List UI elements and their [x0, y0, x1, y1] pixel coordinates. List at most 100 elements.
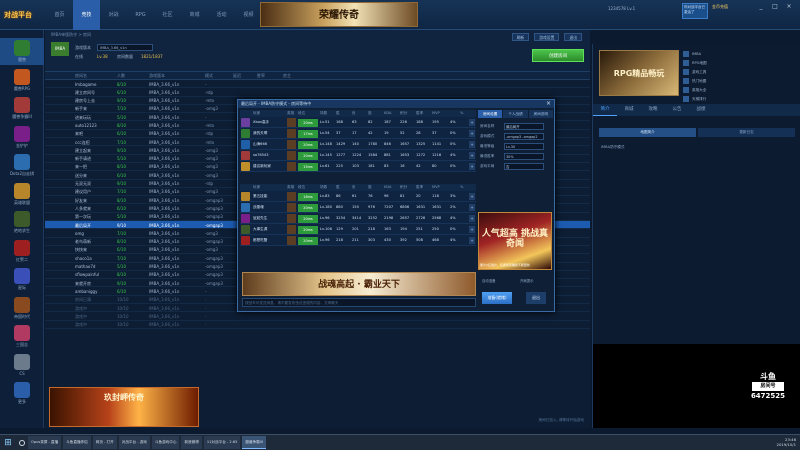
sidebar-item[interactable]: 绝地求生	[0, 209, 44, 236]
player-row[interactable]: 都是吃醋 20ms Lv.96 218 211 303 430 392 508 468 4% +	[240, 235, 476, 246]
right-link[interactable]: 游戏工具	[683, 68, 793, 77]
top-banner-ad[interactable]: 荣耀传奇	[260, 2, 418, 27]
chat-input[interactable]: 按回车可发送消息，请不要发布违法违规的内容，文明聊天	[242, 298, 476, 307]
sidebar-item[interactable]: Dota2自走棋	[0, 152, 44, 179]
taskbar-item[interactable]: Opus录屏 - 直播	[28, 436, 62, 449]
refresh-button[interactable]: 刷新	[511, 33, 530, 41]
plus-icon[interactable]: +	[469, 215, 475, 222]
plus-icon[interactable]: +	[469, 237, 475, 244]
taskbar-item[interactable]: 11对战平台 - 2.65	[203, 436, 241, 449]
dialog-banner-ad[interactable]: 战魂高起 · 霸业天下	[242, 272, 476, 296]
subtab-map-intro[interactable]: 地图简介	[599, 128, 696, 137]
maximize-button[interactable]: □	[770, 3, 780, 11]
player-row[interactable]: 第五技能 18ms Lv.83 86 61 76 96 81 20 118 3% +	[240, 191, 476, 202]
setting-value[interactable]: 最后局开	[504, 122, 544, 130]
right-tab[interactable]: 战绩	[689, 104, 713, 116]
right-link[interactable]: 英雄大全	[683, 86, 793, 95]
plus-icon[interactable]: +	[469, 152, 475, 159]
game-settings-button[interactable]: 游戏设置	[534, 33, 560, 41]
table-row[interactable]: 建立房间号 6/10 IMBA_3.66_v1n -rdp	[45, 88, 590, 97]
plus-icon[interactable]: +	[469, 141, 475, 148]
dialog-close-icon[interactable]: ×	[546, 100, 551, 108]
ready-button[interactable]: 准备(就绪)	[482, 292, 512, 304]
version-select[interactable]: IMBA_3.66_v1n	[97, 44, 153, 51]
nav-tab[interactable]: 对战	[100, 0, 127, 30]
player-row[interactable]: 屁屁先生 20ms Lv.96 3254 3414 3252 2198 2657 2728 256…	[240, 213, 476, 224]
right-link[interactable]: RPG地图	[683, 59, 793, 68]
search-icon[interactable]	[19, 439, 25, 446]
tab-personal-record[interactable]: 个人战绩	[503, 110, 528, 118]
nav-tab[interactable]: 视频	[235, 0, 262, 30]
exit-room-button[interactable]: 退出	[526, 292, 546, 304]
setting-value[interactable]: 30%	[504, 152, 544, 160]
sidebar-item[interactable]: 金铲铲	[0, 124, 44, 151]
right-link[interactable]: IMBA	[683, 50, 793, 59]
auto-ready-checkbox[interactable]: 自动准备	[482, 278, 496, 283]
plus-icon[interactable]: +	[469, 163, 475, 170]
nav-tab[interactable]: 竞技	[73, 0, 100, 30]
plus-icon[interactable]: +	[469, 193, 475, 200]
tab-room-info[interactable]: 房间说明	[528, 110, 553, 118]
nav-tab[interactable]: 商城	[181, 0, 208, 30]
plus-icon[interactable]: +	[469, 226, 475, 233]
setting-value[interactable]: 否	[504, 162, 544, 170]
subtab-changelog[interactable]: 更新日志	[698, 128, 795, 137]
player-row[interactable]: 战墨魂 20ms Lv.180 880 150 976 7207 6806 1631 1631 2%…	[240, 202, 476, 213]
sidebar-item[interactable]: 魔兽RPG	[0, 67, 44, 94]
taskbar-item[interactable]: 新浪微博	[181, 436, 202, 449]
promo-box[interactable]: 你对战平台已激活了	[682, 3, 708, 19]
nav-tab[interactable]: 首页	[46, 0, 73, 30]
player-row[interactable]: 我的天啊 17ms Lv.54 37 17 42 19 52 28 37 0% +	[240, 128, 476, 139]
col-version[interactable]: 游戏版本	[149, 73, 165, 79]
taskbar-item[interactable]: 斗鱼游戏中心	[151, 436, 180, 449]
user-info[interactable]: 1234578 Lv.1	[608, 6, 678, 11]
nav-tab[interactable]: 活动	[208, 0, 235, 30]
start-icon[interactable]: ⊞	[2, 437, 14, 449]
table-row[interactable]: 游戏中 10/10 IMBA_3.66_v1n -	[45, 312, 590, 321]
sidebar-item[interactable]: 三国志	[0, 323, 44, 350]
col-ping[interactable]: 延迟	[233, 73, 241, 79]
plus-icon[interactable]: +	[469, 204, 475, 211]
sidebar-item[interactable]: 更多	[0, 380, 44, 407]
system-tray-clock[interactable]: 23:46 2019/10/1	[777, 437, 796, 447]
create-room-button[interactable]: 创建房间	[532, 49, 584, 62]
gold-button[interactable]: 金币充值	[712, 3, 752, 19]
taskbar-item[interactable]: 斗鱼直播伴侣	[63, 436, 91, 449]
setting-value[interactable]: Lv.30	[504, 142, 544, 150]
player-row[interactable]: 大事生源 20ms Lv.106 129 201 218 163 194 251 250 0% +	[240, 224, 476, 235]
player-row[interactable]: sa76543 20ms Lv.145 1277 1224 1584 881 1653 1272…	[240, 150, 476, 161]
taskbar-item[interactable]: 网页 - 打开	[92, 436, 117, 449]
bottom-left-ad[interactable]: 玖封岬传奇	[49, 387, 199, 427]
nav-tab[interactable]: RPG	[127, 0, 154, 30]
player-row[interactable]: 建议新玩家 15ms Lv.61 225 103 181 83 16 42 80 0% +	[240, 161, 476, 172]
sidebar-item[interactable]: 星际	[0, 266, 44, 293]
minimize-button[interactable]: _	[756, 3, 766, 11]
sidebar-item[interactable]: 红警二	[0, 238, 44, 265]
col-mode[interactable]: 模式	[205, 73, 213, 79]
taskbar-item[interactable]: 对战平台 - 游戏	[118, 436, 150, 449]
table-row[interactable]: 游戏中 10/10 IMBA_3.66_v1n -	[45, 321, 590, 329]
start-notice-checkbox[interactable]: 开局提示	[520, 278, 534, 283]
nav-tab[interactable]: 社区	[154, 0, 181, 30]
sidebar-item[interactable]: 英雄联盟	[0, 181, 44, 208]
plus-icon[interactable]: +	[469, 130, 475, 137]
col-room-name[interactable]: 房间名	[75, 73, 87, 79]
sidebar-item[interactable]: 魔兽争霸III	[0, 95, 44, 122]
close-button[interactable]: ×	[784, 3, 794, 11]
sidebar-item[interactable]: 帝国时代	[0, 295, 44, 322]
sidebar-item[interactable]: 魔兽	[0, 38, 44, 65]
player-row[interactable]: Xbox高手 20ms Lv.51 168 63 82 187 226 188 195 4% +	[240, 117, 476, 128]
col-count[interactable]: 人数	[117, 73, 125, 79]
taskbar-item[interactable]: 魔兽争霸III	[242, 436, 266, 449]
plus-icon[interactable]: +	[469, 119, 475, 126]
player-row[interactable]: 山海666 20ms Lv.148 1429 140 1780 846 1657 1325 114…	[240, 139, 476, 150]
col-host[interactable]: 房主	[283, 73, 291, 79]
col-winrate[interactable]: 胜率	[257, 73, 265, 79]
tab-room-settings[interactable]: 房间设置	[478, 110, 503, 118]
setting-value[interactable]: -omgap3 -omgap2	[504, 132, 544, 140]
right-link[interactable]: 热门地图	[683, 77, 793, 86]
dialog-side-ad[interactable]: 人气超高 挑战真奇闻	[478, 212, 552, 270]
right-link[interactable]: 天梯排行	[683, 95, 793, 104]
right-tab[interactable]: 简介	[593, 104, 617, 116]
sidebar-item[interactable]: CS	[0, 352, 44, 379]
